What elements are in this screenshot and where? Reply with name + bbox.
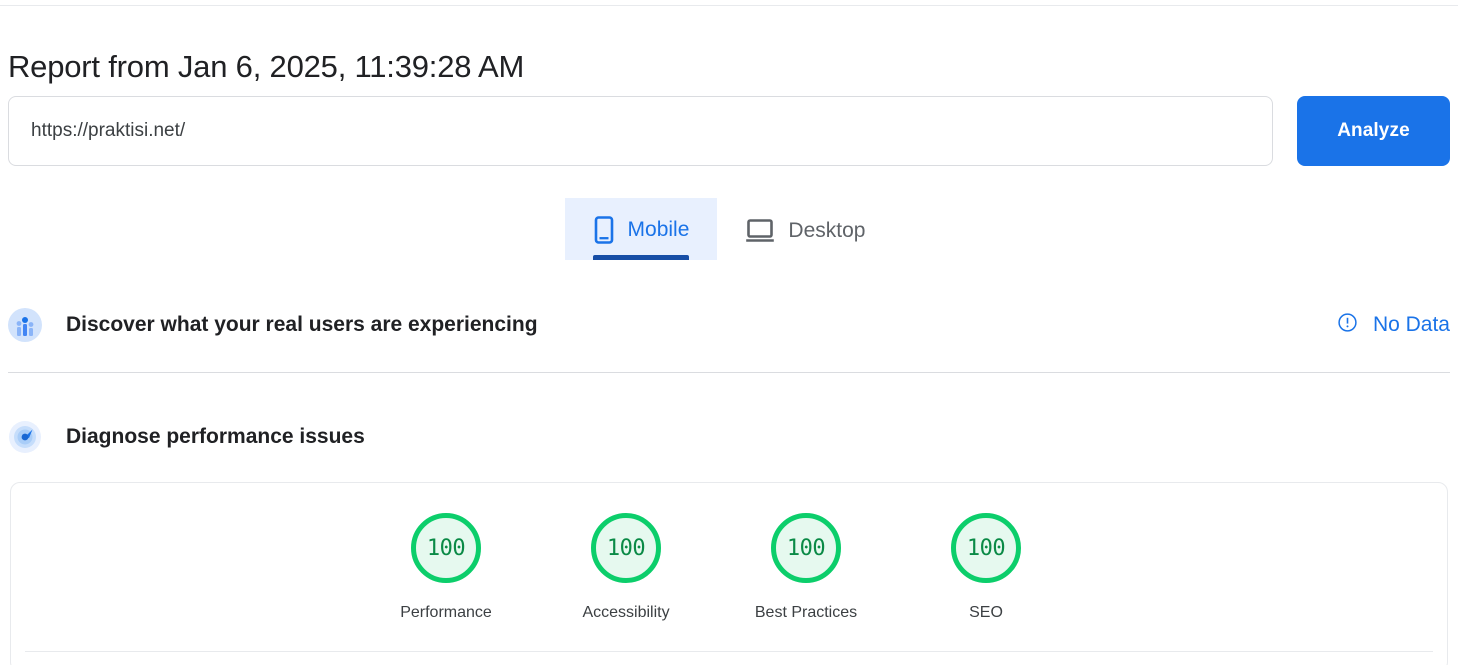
discover-heading: Discover what your real users are experi… [66, 313, 538, 336]
page-title: Report from Jan 6, 2025, 11:39:28 AM [8, 48, 525, 84]
scores-card: 100 Performance 100 Accessibility 100 Be… [10, 482, 1448, 665]
tab-mobile[interactable]: Mobile [564, 198, 718, 260]
score-seo[interactable]: 100 SEO [951, 513, 1021, 622]
tab-desktop[interactable]: Desktop [717, 200, 893, 260]
score-gauge: 100 [411, 513, 481, 583]
score-accessibility[interactable]: 100 Accessibility [582, 513, 670, 622]
score-best-practices[interactable]: 100 Best Practices [755, 513, 857, 622]
card-inner-divider [25, 651, 1433, 652]
score-value: 100 [426, 535, 466, 561]
score-gauge: 100 [771, 513, 841, 583]
diagnose-section-header: Diagnose performance issues [8, 407, 1450, 467]
score-label: Best Practices [754, 604, 858, 621]
score-label: SEO [969, 604, 1003, 621]
no-data-status[interactable]: No Data [1337, 312, 1450, 339]
form-factor-tabs: Mobile Desktop [0, 198, 1458, 260]
field-data-icon [8, 308, 42, 342]
top-divider [0, 5, 1458, 6]
gauge-icon [8, 420, 42, 454]
tab-mobile-label: Mobile [627, 218, 690, 241]
score-label: Performance [400, 604, 492, 621]
analyze-button[interactable]: Analyze [1297, 96, 1450, 166]
section-divider [8, 372, 1450, 373]
tab-mobile-active-indicator [592, 255, 690, 260]
url-form: Analyze [8, 96, 1450, 166]
score-label: Accessibility [582, 604, 670, 621]
mobile-icon [593, 216, 615, 244]
no-data-label: No Data [1372, 313, 1450, 336]
score-gauge: 100 [591, 513, 661, 583]
diagnose-heading: Diagnose performance issues [66, 425, 365, 448]
desktop-icon [745, 218, 775, 244]
score-gauge: 100 [951, 513, 1021, 583]
score-value: 100 [606, 535, 646, 561]
url-input[interactable] [8, 96, 1273, 166]
pagespeed-report-page: Report from Jan 6, 2025, 11:39:28 AM Ana… [0, 0, 1458, 665]
discover-section-header: Discover what your real users are experi… [8, 295, 1450, 355]
score-value: 100 [966, 535, 1006, 561]
tab-desktop-label: Desktop [788, 219, 866, 242]
score-value: 100 [786, 535, 826, 561]
scores-strip: 100 Performance 100 Accessibility 100 Be… [11, 483, 1447, 622]
info-circle-icon [1337, 312, 1358, 339]
score-performance[interactable]: 100 Performance [400, 513, 492, 622]
